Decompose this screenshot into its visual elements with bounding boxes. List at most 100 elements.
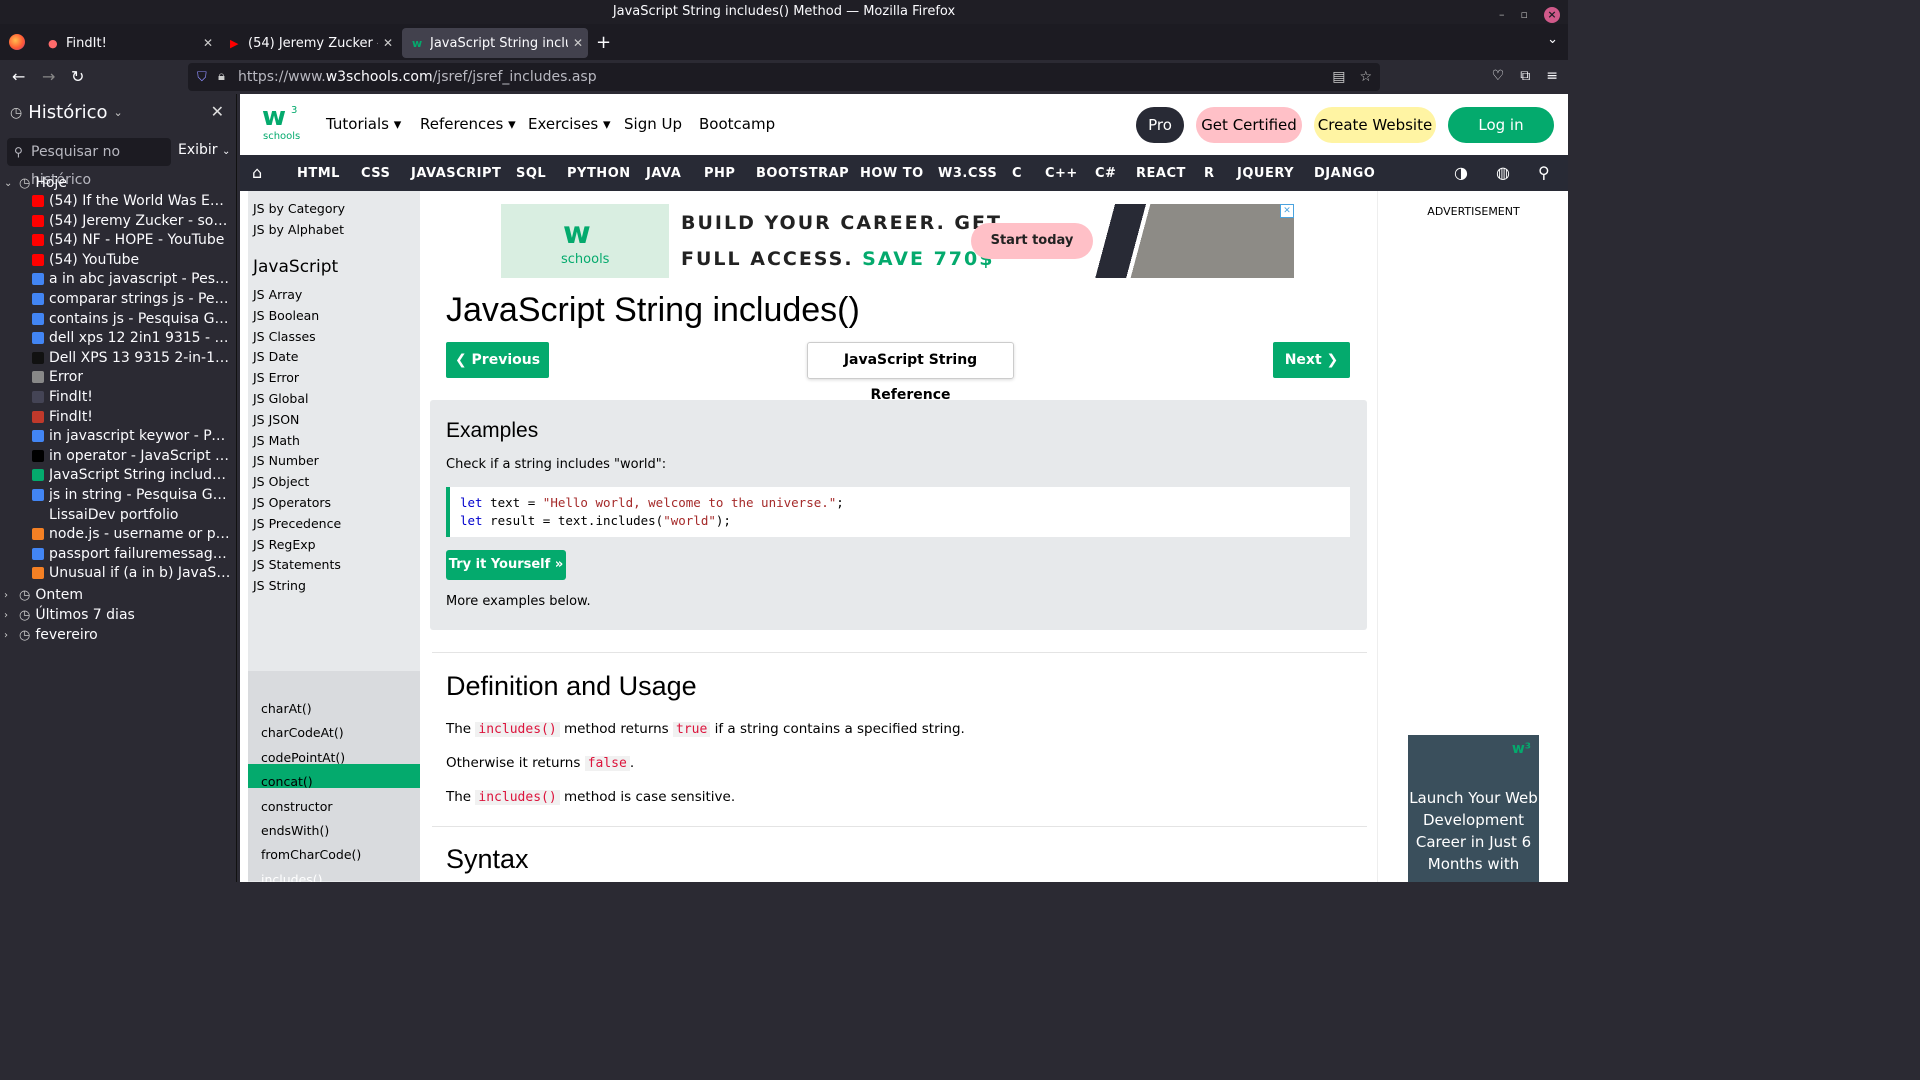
promo-ad[interactable]: w³ Launch Your Web Development Career in… [1408,735,1539,882]
create-website-button[interactable]: Create Website [1314,107,1436,143]
sidebar-link[interactable]: JS by Alphabet [253,222,344,237]
try-it-yourself-button[interactable]: Try it Yourself » [446,550,566,580]
history-item[interactable]: in operator - JavaScript | MD... [32,448,232,464]
sidebar-link[interactable]: JS Boolean [253,308,319,323]
topic-link[interactable]: C [1012,166,1022,181]
topic-link[interactable]: DJANGO [1314,166,1375,181]
history-item[interactable]: (54) If the World Was Ending... [32,193,232,209]
topic-link[interactable]: PHP [704,166,735,181]
sidebar-link[interactable]: JS String [253,578,306,593]
history-search-input[interactable]: ⚲ Pesquisar no histórico [7,138,171,188]
topic-link[interactable]: CSS [361,166,390,181]
search-icon[interactable]: ⚲ [1538,163,1550,182]
history-item[interactable]: in javascript keywor - Pesqui... [32,428,232,444]
close-tab-icon[interactable]: ✕ [568,36,588,50]
string-reference-button[interactable]: JavaScript String Reference [807,342,1014,403]
contrast-icon[interactable]: ◑ [1454,163,1468,182]
close-sidebar-icon[interactable]: ✕ [211,102,224,121]
lock-icon[interactable]: 🔒︎ [218,63,225,91]
history-item[interactable]: FindIt! [32,409,232,425]
topic-link[interactable]: JAVASCRIPT [411,166,501,181]
topic-link[interactable]: REACT [1136,166,1186,181]
new-tab-button[interactable]: + [596,32,611,53]
sidebar-sublink[interactable]: constructor [261,799,332,814]
topic-link[interactable]: SQL [516,166,546,181]
sidebar-link[interactable]: JS Math [253,433,300,448]
back-button[interactable]: ← [12,67,25,86]
history-item[interactable]: contains js - Pesquisa Google [32,311,232,327]
topic-link[interactable]: HTML [297,166,340,181]
firefox-icon[interactable] [9,34,25,50]
sidebar-link[interactable]: JS Global [253,391,308,406]
home-icon[interactable]: ⌂ [252,163,262,182]
signup-link[interactable]: Sign Up [624,115,682,133]
topic-link[interactable]: JQUERY [1237,166,1294,181]
ad-close-icon[interactable]: ✕ [1280,204,1294,218]
sidebar-sublink[interactable]: codePointAt() [261,750,345,765]
history-group[interactable]: › ◷ fevereiro [4,627,98,643]
close-window-button[interactable]: × [1544,7,1560,23]
sidebar-link[interactable]: JS Date [253,349,298,364]
references-menu[interactable]: References ▾ [420,115,516,133]
history-item[interactable]: Unusual if (a in b) JavaScript ... [32,565,232,581]
sidebar-link[interactable]: JS Error [253,370,299,385]
sidebar-link[interactable]: JS Classes [253,329,316,344]
sidebar-link[interactable]: JS by Category [253,201,345,216]
tutorials-menu[interactable]: Tutorials ▾ [326,115,401,133]
topic-link[interactable]: W3.CSS [938,166,997,181]
history-item[interactable]: dell xps 12 2in1 9315 - Pesqu... [32,330,232,346]
history-item[interactable]: (54) Jeremy Zucker - someth... [32,213,232,229]
list-tabs-chevron-icon[interactable]: ⌄ [1547,32,1558,47]
history-item[interactable]: (54) NF - HOPE - YouTube [32,232,232,248]
history-item[interactable]: (54) YouTube [32,252,232,268]
globe-icon[interactable]: ◍ [1496,163,1510,182]
history-group-today[interactable]: ⌄ ◷ Hoje [4,175,67,191]
sidebar-link[interactable]: JS Object [253,474,309,489]
topic-link[interactable]: JAVA [646,166,681,181]
sidebar-link[interactable]: JS RegExp [253,537,316,552]
url-text[interactable]: https://www.w3schools.com/jsref/jsref_in… [238,63,597,91]
topic-link[interactable]: HOW TO [860,166,924,181]
previous-button[interactable]: ❮ Previous [446,342,549,378]
exercises-menu[interactable]: Exercises ▾ [528,115,611,133]
sidebar-link[interactable]: JS Statements [253,557,341,572]
topic-link[interactable]: C# [1095,166,1116,181]
history-item[interactable]: passport failuremessage - Pe... [32,546,232,562]
topic-link[interactable]: BOOTSTRAP [756,166,849,181]
sidebar-link-active[interactable]: includes() [261,872,323,882]
next-button[interactable]: Next ❯ [1273,342,1350,378]
bookmark-star-icon[interactable]: ☆ [1359,63,1372,91]
ad-banner[interactable]: w schools BUILD YOUR CAREER. GET FULL ACC… [501,204,1294,278]
pro-button[interactable]: Pro [1136,107,1184,143]
forward-button[interactable]: → [42,67,55,86]
start-today-button[interactable]: Start today [971,223,1093,259]
pocket-icon[interactable]: ♡ [1492,68,1505,84]
sidebar-sublink[interactable]: endsWith() [261,823,329,838]
history-group[interactable]: › ◷ Últimos 7 dias [4,607,135,623]
reader-view-icon[interactable]: ▤ [1332,63,1345,91]
view-menu-button[interactable]: Exibir ⌄ [178,142,230,158]
close-tab-icon[interactable]: ✕ [198,36,218,50]
sidebar-link[interactable]: JS Array [253,287,302,302]
history-item[interactable]: js in string - Pesquisa Google [32,487,232,503]
menu-icon[interactable]: ≡ [1546,68,1558,84]
history-header[interactable]: ◷ Histórico ⌄ [10,102,123,123]
sidebar-link[interactable]: JS Precedence [253,516,341,531]
topic-link[interactable]: PYTHON [567,166,631,181]
login-button[interactable]: Log in [1448,107,1554,143]
extensions-icon[interactable]: ⧉ [1520,68,1530,84]
sidebar-sublink[interactable]: concat() [261,774,313,789]
w3schools-logo[interactable]: w 3 schools [262,104,302,144]
sidebar-sublink[interactable]: charAt() [261,701,312,716]
sidebar-link[interactable]: JS Operators [253,495,331,510]
sidebar-sublink[interactable]: fromCharCode() [261,847,361,862]
get-certified-button[interactable]: Get Certified [1196,107,1302,143]
history-group[interactable]: › ◷ Ontem [4,587,83,603]
topic-link[interactable]: R [1204,166,1215,181]
tab-findit[interactable]: ● FindIt! ✕ [38,28,218,58]
history-item[interactable]: node.js - username or passw... [32,526,232,542]
url-bar[interactable]: ⛉ 🔒︎ https://www.w3schools.com/jsref/jsr… [188,63,1380,91]
tracking-shield-icon[interactable]: ⛉ [197,64,207,92]
history-item[interactable]: comparar strings js - Pesquis... [32,291,232,307]
history-item[interactable]: Dell XPS 13 9315 2-in-1 (202... [32,350,232,366]
